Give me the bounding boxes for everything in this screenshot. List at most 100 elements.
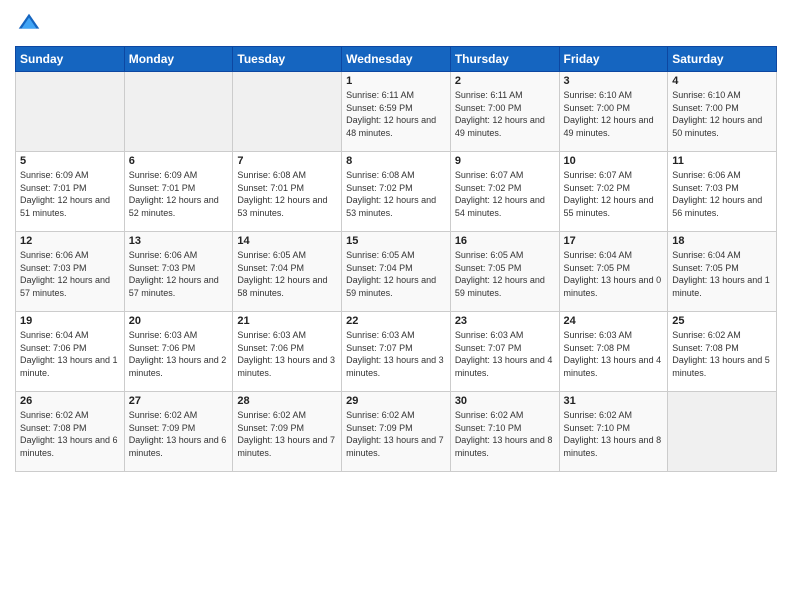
- calendar-cell: 19Sunrise: 6:04 AM Sunset: 7:06 PM Dayli…: [16, 312, 125, 392]
- day-number: 4: [672, 75, 772, 87]
- day-number: 9: [455, 155, 555, 167]
- cell-info: Sunrise: 6:07 AM Sunset: 7:02 PM Dayligh…: [564, 169, 664, 219]
- calendar-cell: 25 Sunrise: 6:02 AM Sunset: 7:08 PM Dayli…: [668, 312, 777, 392]
- cell-info: Sunrise: 6:03 AM Sunset: 7:06 PM Dayligh…: [129, 329, 229, 379]
- day-number: 20: [129, 315, 229, 327]
- day-number: 15: [346, 235, 446, 247]
- calendar-cell: 14 Sunrise: 6:05 AM Sunset: 7:04 PM Dayli…: [233, 232, 342, 312]
- calendar-body: 1 Sunrise: 6:11 AM Sunset: 6:59 PM Daylig…: [16, 72, 777, 472]
- calendar-cell: 28 Sunrise: 6:02 AM Sunset: 7:09 PM Dayli…: [233, 392, 342, 472]
- day-number: 5: [20, 155, 120, 167]
- calendar-cell: 11Sunrise: 6:06 AM Sunset: 7:03 PM Dayli…: [668, 152, 777, 232]
- calendar-cell: 13 Sunrise: 6:06 AM Sunset: 7:03 PM Dayli…: [124, 232, 233, 312]
- cell-info: Sunrise: 6:08 AM Sunset: 7:01 PM Dayligh…: [237, 169, 337, 219]
- calendar-cell: [16, 72, 125, 152]
- cell-info: Sunrise: 6:08 AM Sunset: 7:02 PM Dayligh…: [346, 169, 446, 219]
- calendar-week-5: 26 Sunrise: 6:02 AM Sunset: 7:08 PM Dayli…: [16, 392, 777, 472]
- day-number: 25: [672, 315, 772, 327]
- calendar-table: SundayMondayTuesdayWednesdayThursdayFrid…: [15, 46, 777, 472]
- weekday-sunday: Sunday: [16, 47, 125, 72]
- cell-info: Sunrise: 6:04 AM Sunset: 7:05 PM Dayligh…: [564, 249, 664, 299]
- calendar-cell: 8 Sunrise: 6:08 AM Sunset: 7:02 PM Daylig…: [342, 152, 451, 232]
- cell-info: Sunrise: 6:10 AM Sunset: 7:00 PM Dayligh…: [672, 89, 772, 139]
- cell-info: Sunrise: 6:02 AM Sunset: 7:08 PM Dayligh…: [672, 329, 772, 379]
- calendar-cell: 29 Sunrise: 6:02 AM Sunset: 7:09 PM Dayli…: [342, 392, 451, 472]
- day-number: 14: [237, 235, 337, 247]
- calendar-cell: [124, 72, 233, 152]
- day-number: 10: [564, 155, 664, 167]
- day-number: 22: [346, 315, 446, 327]
- calendar-header: SundayMondayTuesdayWednesdayThursdayFrid…: [16, 47, 777, 72]
- cell-info: Sunrise: 6:02 AM Sunset: 7:10 PM Dayligh…: [455, 409, 555, 459]
- calendar-cell: 20 Sunrise: 6:03 AM Sunset: 7:06 PM Dayli…: [124, 312, 233, 392]
- weekday-wednesday: Wednesday: [342, 47, 451, 72]
- cell-info: Sunrise: 6:06 AM Sunset: 7:03 PM Dayligh…: [672, 169, 772, 219]
- day-number: 23: [455, 315, 555, 327]
- calendar-week-4: 19Sunrise: 6:04 AM Sunset: 7:06 PM Dayli…: [16, 312, 777, 392]
- cell-info: Sunrise: 6:11 AM Sunset: 7:00 PM Dayligh…: [455, 89, 555, 139]
- cell-info: Sunrise: 6:05 AM Sunset: 7:04 PM Dayligh…: [346, 249, 446, 299]
- cell-info: Sunrise: 6:03 AM Sunset: 7:08 PM Dayligh…: [564, 329, 664, 379]
- weekday-friday: Friday: [559, 47, 668, 72]
- page: SundayMondayTuesdayWednesdayThursdayFrid…: [0, 0, 792, 482]
- calendar-cell: 5 Sunrise: 6:09 AM Sunset: 7:01 PM Daylig…: [16, 152, 125, 232]
- cell-info: Sunrise: 6:06 AM Sunset: 7:03 PM Dayligh…: [20, 249, 120, 299]
- cell-info: Sunrise: 6:09 AM Sunset: 7:01 PM Dayligh…: [129, 169, 229, 219]
- weekday-monday: Monday: [124, 47, 233, 72]
- calendar-cell: 4 Sunrise: 6:10 AM Sunset: 7:00 PM Daylig…: [668, 72, 777, 152]
- calendar-week-3: 12 Sunrise: 6:06 AM Sunset: 7:03 PM Dayli…: [16, 232, 777, 312]
- day-number: 6: [129, 155, 229, 167]
- calendar-cell: 12 Sunrise: 6:06 AM Sunset: 7:03 PM Dayli…: [16, 232, 125, 312]
- day-number: 29: [346, 395, 446, 407]
- day-number: 31: [564, 395, 664, 407]
- cell-info: Sunrise: 6:05 AM Sunset: 7:04 PM Dayligh…: [237, 249, 337, 299]
- calendar-cell: 24 Sunrise: 6:03 AM Sunset: 7:08 PM Dayli…: [559, 312, 668, 392]
- calendar-cell: 22 Sunrise: 6:03 AM Sunset: 7:07 PM Dayli…: [342, 312, 451, 392]
- cell-info: Sunrise: 6:02 AM Sunset: 7:08 PM Dayligh…: [20, 409, 120, 459]
- calendar-cell: 21 Sunrise: 6:03 AM Sunset: 7:06 PM Dayli…: [233, 312, 342, 392]
- cell-info: Sunrise: 6:04 AM Sunset: 7:05 PM Dayligh…: [672, 249, 772, 299]
- day-number: 21: [237, 315, 337, 327]
- calendar-cell: 15 Sunrise: 6:05 AM Sunset: 7:04 PM Dayli…: [342, 232, 451, 312]
- day-number: 26: [20, 395, 120, 407]
- day-number: 1: [346, 75, 446, 87]
- weekday-header-row: SundayMondayTuesdayWednesdayThursdayFrid…: [16, 47, 777, 72]
- day-number: 30: [455, 395, 555, 407]
- cell-info: Sunrise: 6:06 AM Sunset: 7:03 PM Dayligh…: [129, 249, 229, 299]
- cell-info: Sunrise: 6:05 AM Sunset: 7:05 PM Dayligh…: [455, 249, 555, 299]
- calendar-cell: 30 Sunrise: 6:02 AM Sunset: 7:10 PM Dayli…: [450, 392, 559, 472]
- day-number: 19: [20, 315, 120, 327]
- day-number: 12: [20, 235, 120, 247]
- calendar-cell: [233, 72, 342, 152]
- calendar-cell: 18 Sunrise: 6:04 AM Sunset: 7:05 PM Dayli…: [668, 232, 777, 312]
- calendar-cell: [668, 392, 777, 472]
- weekday-saturday: Saturday: [668, 47, 777, 72]
- header: [15, 10, 777, 38]
- cell-info: Sunrise: 6:10 AM Sunset: 7:00 PM Dayligh…: [564, 89, 664, 139]
- cell-info: Sunrise: 6:03 AM Sunset: 7:07 PM Dayligh…: [346, 329, 446, 379]
- calendar-cell: 26 Sunrise: 6:02 AM Sunset: 7:08 PM Dayli…: [16, 392, 125, 472]
- calendar-cell: 27Sunrise: 6:02 AM Sunset: 7:09 PM Dayli…: [124, 392, 233, 472]
- calendar-cell: 10 Sunrise: 6:07 AM Sunset: 7:02 PM Dayli…: [559, 152, 668, 232]
- calendar-week-1: 1 Sunrise: 6:11 AM Sunset: 6:59 PM Daylig…: [16, 72, 777, 152]
- cell-info: Sunrise: 6:03 AM Sunset: 7:06 PM Dayligh…: [237, 329, 337, 379]
- cell-info: Sunrise: 6:09 AM Sunset: 7:01 PM Dayligh…: [20, 169, 120, 219]
- day-number: 27: [129, 395, 229, 407]
- calendar-cell: 31Sunrise: 6:02 AM Sunset: 7:10 PM Dayli…: [559, 392, 668, 472]
- cell-info: Sunrise: 6:02 AM Sunset: 7:09 PM Dayligh…: [346, 409, 446, 459]
- cell-info: Sunrise: 6:02 AM Sunset: 7:09 PM Dayligh…: [237, 409, 337, 459]
- weekday-tuesday: Tuesday: [233, 47, 342, 72]
- weekday-thursday: Thursday: [450, 47, 559, 72]
- calendar-week-2: 5 Sunrise: 6:09 AM Sunset: 7:01 PM Daylig…: [16, 152, 777, 232]
- day-number: 24: [564, 315, 664, 327]
- day-number: 28: [237, 395, 337, 407]
- cell-info: Sunrise: 6:11 AM Sunset: 6:59 PM Dayligh…: [346, 89, 446, 139]
- day-number: 8: [346, 155, 446, 167]
- day-number: 2: [455, 75, 555, 87]
- day-number: 13: [129, 235, 229, 247]
- day-number: 18: [672, 235, 772, 247]
- logo: [15, 10, 47, 38]
- cell-info: Sunrise: 6:03 AM Sunset: 7:07 PM Dayligh…: [455, 329, 555, 379]
- day-number: 3: [564, 75, 664, 87]
- logo-icon: [15, 10, 43, 38]
